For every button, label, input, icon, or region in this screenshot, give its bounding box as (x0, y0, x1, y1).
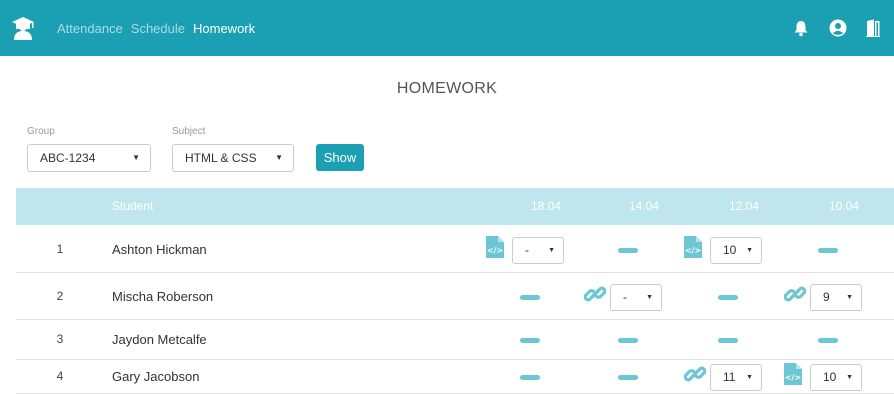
main-nav: Attendance Schedule Homework (57, 0, 255, 56)
grade-value: - (525, 243, 529, 257)
top-navbar: Attendance Schedule Homework (0, 0, 894, 56)
grade-value: 11 (723, 370, 736, 384)
table-header: Student 18.04 14.04 12.04 10.04 (16, 188, 894, 225)
row-number: 1 (56, 242, 64, 256)
caret-down-icon: ▼ (846, 294, 853, 301)
submission-link[interactable] (683, 363, 707, 390)
column-header-date[interactable]: 18.04 (521, 188, 571, 225)
caret-down-icon: ▼ (275, 153, 283, 162)
group-select[interactable]: ABC-1234 ▼ (27, 144, 151, 172)
nav-schedule[interactable]: Schedule (131, 21, 185, 36)
no-submission-dash (520, 295, 540, 300)
subject-select-value: HTML & CSS (185, 151, 257, 165)
column-header-date[interactable]: 10.04 (819, 188, 869, 225)
grade-select[interactable]: 10 ▼ (710, 237, 762, 264)
code-file-icon[interactable]: </> (684, 236, 702, 258)
student-name: Gary Jacobson (112, 369, 200, 384)
table-row: 2 Mischa Roberson - ▼ 9 ▼ (16, 273, 894, 320)
no-submission-dash (618, 338, 638, 343)
student-name: Jaydon Metcalfe (112, 332, 207, 347)
page-title: HOMEWORK (396, 80, 498, 97)
grade-value: 9 (823, 290, 830, 304)
code-file-icon[interactable]: </> (486, 236, 504, 258)
column-header-date[interactable]: 14.04 (619, 188, 669, 225)
submission-file[interactable]: </> (684, 236, 702, 263)
row-number: 2 (56, 289, 64, 303)
link-icon[interactable] (683, 363, 707, 385)
show-button[interactable]: Show (316, 144, 364, 171)
caret-down-icon: ▼ (132, 153, 140, 162)
table-row: 4 Gary Jacobson 11 ▼ </> 10 ▼ (16, 360, 894, 394)
no-submission-dash (520, 375, 540, 380)
table-row: 3 Jaydon Metcalfe (16, 320, 894, 360)
grade-value: 10 (823, 370, 837, 384)
submission-file[interactable]: </> (784, 363, 802, 390)
subject-label: Subject (172, 126, 206, 137)
nav-homework[interactable]: Homework (193, 21, 255, 36)
caret-down-icon: ▼ (746, 374, 753, 381)
submission-file[interactable]: </> (486, 236, 504, 263)
graduate-icon[interactable] (11, 16, 35, 40)
row-number: 3 (56, 332, 64, 346)
no-submission-dash (718, 295, 738, 300)
group-label: Group (27, 126, 55, 137)
user-circle-icon[interactable] (829, 19, 847, 37)
no-submission-dash (618, 375, 638, 380)
grade-select[interactable]: - ▼ (512, 237, 564, 264)
svg-text:</>: </> (487, 246, 503, 255)
grade-select[interactable]: 10 ▼ (810, 364, 862, 391)
submission-link[interactable] (783, 283, 807, 310)
door-exit-icon[interactable] (864, 19, 882, 37)
column-header-student: Student (112, 199, 154, 213)
no-submission-dash (520, 338, 540, 343)
table-row: 1 Ashton Hickman </> - ▼ </> 10 ▼ (16, 226, 894, 273)
grade-select[interactable]: 9 ▼ (810, 284, 862, 311)
nav-attendance[interactable]: Attendance (57, 21, 123, 36)
code-file-icon[interactable]: </> (784, 363, 802, 385)
group-select-value: ABC-1234 (40, 151, 96, 165)
caret-down-icon: ▼ (646, 294, 653, 301)
grade-value: - (623, 290, 627, 304)
grade-value: 10 (723, 243, 737, 257)
link-icon[interactable] (783, 283, 807, 305)
no-submission-dash (618, 248, 638, 253)
subject-select[interactable]: HTML & CSS ▼ (172, 144, 294, 172)
no-submission-dash (818, 248, 838, 253)
student-name: Ashton Hickman (112, 242, 207, 257)
grade-select[interactable]: 11 ▼ (710, 364, 762, 391)
svg-text:</>: </> (685, 246, 701, 255)
column-header-date[interactable]: 12.04 (719, 188, 769, 225)
no-submission-dash (718, 338, 738, 343)
submission-link[interactable] (583, 283, 607, 310)
student-name: Mischa Roberson (112, 289, 214, 304)
bell-icon[interactable] (792, 19, 810, 37)
svg-text:</>: </> (785, 373, 801, 382)
caret-down-icon: ▼ (846, 374, 853, 381)
grade-select[interactable]: - ▼ (610, 284, 662, 311)
caret-down-icon: ▼ (548, 247, 555, 254)
caret-down-icon: ▼ (746, 247, 753, 254)
no-submission-dash (818, 338, 838, 343)
link-icon[interactable] (583, 283, 607, 305)
row-number: 4 (56, 369, 64, 383)
